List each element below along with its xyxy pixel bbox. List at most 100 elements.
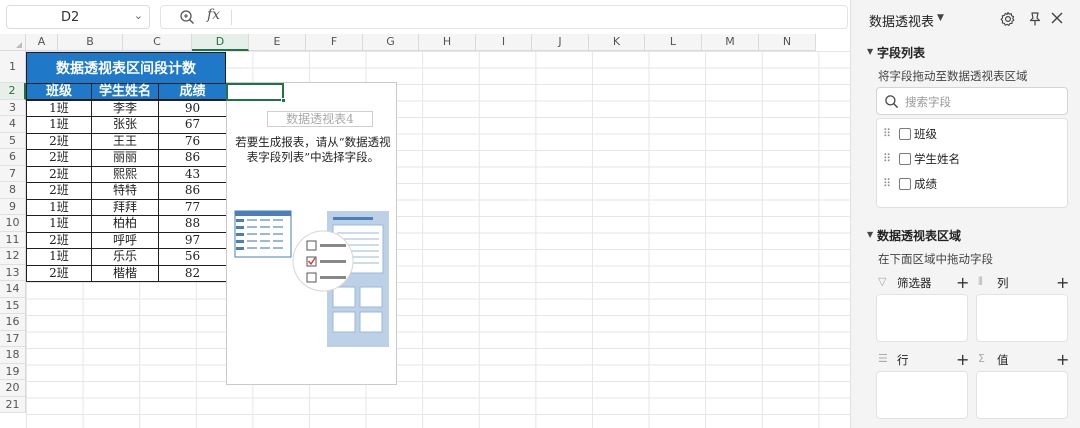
column-header[interactable]: I — [476, 34, 532, 51]
field-checkbox[interactable] — [899, 128, 911, 140]
row-header[interactable]: 10 — [0, 215, 26, 232]
column-header[interactable]: B — [58, 34, 123, 51]
row-header[interactable]: 6 — [0, 149, 26, 166]
column-header[interactable]: J — [532, 34, 589, 51]
row-header[interactable]: 16 — [0, 314, 26, 331]
active-cell-selection[interactable] — [226, 83, 286, 103]
filter-drop-area[interactable] — [876, 294, 968, 342]
row-header[interactable]: 1 — [0, 51, 26, 83]
table-cell[interactable]: 88 — [158, 215, 227, 233]
column-header[interactable]: M — [702, 34, 759, 51]
name-box[interactable]: D2 ⌄ — [6, 5, 150, 29]
row-header[interactable]: 14 — [0, 281, 26, 298]
table-cell[interactable]: 2班 — [26, 149, 92, 167]
fill-handle[interactable] — [281, 98, 286, 103]
columns-drop-area[interactable] — [976, 294, 1068, 342]
row-header[interactable]: 12 — [0, 248, 26, 265]
gear-icon[interactable] — [1000, 11, 1016, 27]
column-header[interactable]: D — [192, 34, 249, 51]
drag-handle-icon[interactable]: ⠿ — [883, 152, 891, 165]
table-cell[interactable]: 2班 — [26, 165, 92, 183]
row-header[interactable]: 7 — [0, 165, 26, 182]
row-header[interactable]: 15 — [0, 297, 26, 314]
column-header[interactable]: F — [306, 34, 363, 51]
pivot-table-placeholder[interactable]: 数据透视表4 若要生成报表，请从“数据透视表字段列表”中选择字段。 — [226, 82, 397, 385]
pivot-areas-heading[interactable]: ▼ 数据透视表区域 — [867, 227, 961, 244]
table-cell[interactable]: 86 — [158, 149, 227, 167]
table-header-cell[interactable]: 班级 — [26, 83, 92, 100]
row-header[interactable]: 19 — [0, 363, 26, 380]
row-header[interactable]: 9 — [0, 198, 26, 215]
table-header-cell[interactable]: 成绩 — [158, 83, 227, 100]
table-cell[interactable]: 77 — [158, 198, 227, 216]
column-header[interactable]: K — [589, 34, 645, 51]
add-value-plus-icon[interactable]: + — [1056, 352, 1069, 368]
fx-icon[interactable]: fx — [207, 7, 220, 23]
column-header[interactable]: G — [363, 34, 419, 51]
table-cell[interactable]: 1班 — [26, 99, 92, 117]
row-header[interactable]: 17 — [0, 330, 26, 347]
table-cell[interactable]: 丽丽 — [91, 149, 159, 167]
chevron-down-icon[interactable]: ⌄ — [134, 9, 143, 22]
column-header[interactable]: E — [249, 34, 306, 51]
drag-handle-icon[interactable]: ⠿ — [883, 177, 891, 190]
caret-down-icon[interactable]: ▼ — [937, 13, 944, 23]
table-cell[interactable]: 2班 — [26, 132, 92, 150]
column-header[interactable]: H — [419, 34, 476, 51]
close-icon[interactable] — [1050, 11, 1064, 25]
row-header[interactable]: 3 — [0, 99, 26, 116]
table-cell[interactable]: 1班 — [26, 248, 92, 266]
field-item-score[interactable]: ⠿ 成绩 — [877, 173, 1067, 195]
worksheet-grid[interactable]: ABCDEFGHIJKLMN 1 2 3 4 5 6 7 8 9 10 11 12 13 14 15 16 17… — [0, 34, 850, 428]
field-item-class[interactable]: ⠿ 班级 — [877, 123, 1067, 145]
row-header[interactable]: 8 — [0, 182, 26, 199]
row-header[interactable]: 18 — [0, 347, 26, 364]
table-cell[interactable]: 67 — [158, 116, 227, 134]
add-filter-plus-icon[interactable]: + — [956, 275, 969, 291]
table-cell[interactable]: 1班 — [26, 116, 92, 134]
column-header[interactable]: C — [123, 34, 192, 51]
table-cell[interactable]: 呼呼 — [91, 231, 159, 249]
panel-title[interactable]: 数据透视表 — [869, 11, 934, 30]
column-header[interactable]: L — [645, 34, 702, 51]
drag-handle-icon[interactable]: ⠿ — [883, 127, 891, 140]
table-cell[interactable]: 张张 — [91, 116, 159, 134]
row-header[interactable]: 11 — [0, 231, 26, 248]
table-cell[interactable]: 1班 — [26, 198, 92, 216]
column-header[interactable]: A — [26, 34, 58, 51]
table-title[interactable]: 数据透视表区间段计数 — [26, 52, 226, 84]
table-cell[interactable]: 楷楷 — [91, 264, 159, 282]
table-cell[interactable]: 熙熙 — [91, 165, 159, 183]
table-cell[interactable]: 王王 — [91, 132, 159, 150]
values-drop-area[interactable] — [976, 371, 1068, 419]
collapse-triangle-icon[interactable]: ▼ — [867, 230, 873, 239]
table-cell[interactable]: 拜拜 — [91, 198, 159, 216]
rows-drop-area[interactable] — [876, 371, 968, 419]
select-all-corner[interactable] — [0, 34, 26, 51]
table-cell[interactable]: 97 — [158, 231, 227, 249]
formula-input[interactable]: fx — [160, 5, 848, 29]
table-cell[interactable]: 2班 — [26, 231, 92, 249]
collapse-triangle-icon[interactable]: ▼ — [867, 47, 873, 56]
field-list-heading[interactable]: ▼ 字段列表 — [867, 44, 925, 61]
row-header[interactable]: 20 — [0, 380, 26, 397]
table-cell[interactable]: 特特 — [91, 182, 159, 200]
row-header[interactable]: 5 — [0, 132, 26, 149]
field-search-input[interactable]: 搜索字段 — [876, 87, 1068, 115]
table-cell[interactable]: 2班 — [26, 264, 92, 282]
table-cell[interactable]: 2班 — [26, 182, 92, 200]
table-cell[interactable]: 90 — [158, 99, 227, 117]
field-checkbox[interactable] — [899, 178, 911, 190]
table-cell[interactable]: 76 — [158, 132, 227, 150]
table-cell[interactable]: 56 — [158, 248, 227, 266]
table-cell[interactable]: 柏柏 — [91, 215, 159, 233]
column-header[interactable]: N — [759, 34, 816, 51]
zoom-icon[interactable] — [179, 9, 195, 25]
field-item-student-name[interactable]: ⠿ 学生姓名 — [877, 148, 1067, 170]
add-row-plus-icon[interactable]: + — [956, 352, 969, 368]
table-cell[interactable]: 1班 — [26, 215, 92, 233]
row-header[interactable]: 21 — [0, 396, 26, 413]
table-cell[interactable]: 86 — [158, 182, 227, 200]
row-header[interactable]: 2 — [0, 83, 26, 100]
table-cell[interactable]: 李李 — [91, 99, 159, 117]
